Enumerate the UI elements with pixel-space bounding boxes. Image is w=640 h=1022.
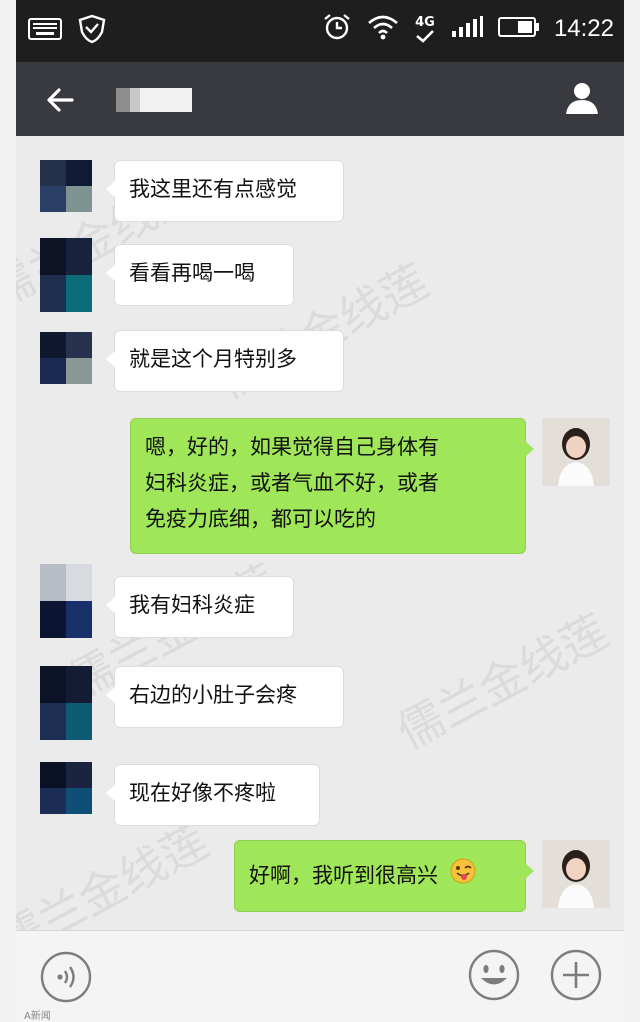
chat-area[interactable]: 儒兰金线莲 儒兰金线莲 儒兰金线莲 儒兰金线莲 儒兰金线莲 我这里还有点感觉 看… (16, 136, 624, 969)
shield-icon (78, 14, 106, 48)
contact-avatar (40, 238, 92, 312)
wifi-icon (366, 12, 400, 46)
message-bubble-in[interactable]: 右边的小肚子会疼 (106, 666, 344, 728)
contact-avatar (40, 666, 92, 740)
plus-icon (550, 949, 602, 1001)
network-type-label: 4G (415, 14, 435, 30)
message-bubble-in[interactable]: 现在好像不疼啦 (106, 764, 320, 826)
message-text: 就是这个月特别多 (129, 347, 297, 371)
more-button[interactable] (550, 949, 602, 1001)
contact-avatar (40, 762, 92, 814)
source-label: A新闻 (24, 1011, 51, 1022)
status-time: 14:22 (553, 15, 614, 42)
profile-button[interactable] (562, 78, 602, 118)
message-bubble-out[interactable]: 嗯，好的，如果觉得自己身体有 妇科炎症，或者气血不好，或者 免疫力底细，都可以吃… (130, 418, 534, 554)
watermark: 儒兰金线莲 (384, 596, 618, 762)
message-text: 我有妇科炎症 (129, 593, 255, 617)
back-button[interactable] (42, 82, 78, 118)
keyboard-icon (28, 17, 62, 45)
alarm-icon (322, 12, 352, 46)
user-avatar (542, 840, 610, 908)
voice-icon (40, 951, 92, 1003)
input-bar: A新闻 (16, 930, 624, 1022)
message-bubble-in[interactable]: 就是这个月特别多 (106, 330, 344, 392)
emoji-button[interactable] (468, 949, 520, 1001)
contact-avatar (40, 332, 92, 384)
emoji-icon (468, 949, 520, 1001)
profile-icon (566, 83, 598, 114)
contact-avatar (40, 564, 92, 638)
message-text: 我这里还有点感觉 (129, 177, 297, 201)
phone-screen: 4G 14:22 儒兰金线莲 儒兰金线莲 儒兰金线莲 我这里还有点感觉 看看再喝… (16, 0, 624, 1022)
message-bubble-in[interactable]: 我这里还有点感觉 (106, 160, 344, 222)
message-bubble-in[interactable]: 我有妇科炎症 (106, 576, 294, 638)
user-avatar (542, 418, 610, 486)
message-text: 看看再喝一喝 (129, 261, 255, 285)
message-text: 右边的小肚子会疼 (129, 683, 297, 707)
network-4g-icon: 4G (414, 16, 436, 43)
back-arrow-icon (47, 88, 74, 112)
message-text-line: 免疫力底细，都可以吃的 (145, 507, 376, 531)
message-text: 好啊，我听到很高兴 (249, 863, 438, 888)
voice-button[interactable] (40, 951, 92, 1003)
contact-name-pixelated (116, 88, 192, 112)
watermark-text: 儒兰金线莲 (388, 603, 617, 760)
message-bubble-in[interactable]: 看看再喝一喝 (106, 244, 294, 306)
status-bar: 4G 14:22 (16, 0, 624, 62)
contact-avatar (40, 160, 92, 212)
message-text-line: 嗯，好的，如果觉得自己身体有 (145, 435, 439, 459)
message-bubble-out[interactable]: 好啊，我听到很高兴 (234, 840, 534, 912)
signal-icon (450, 15, 484, 43)
message-text: 现在好像不疼啦 (129, 781, 276, 805)
battery-icon (497, 16, 540, 42)
chat-header (16, 62, 624, 136)
tongue-wink-emoji (449, 857, 477, 896)
message-text-line: 妇科炎症，或者气血不好，或者 (145, 471, 439, 495)
